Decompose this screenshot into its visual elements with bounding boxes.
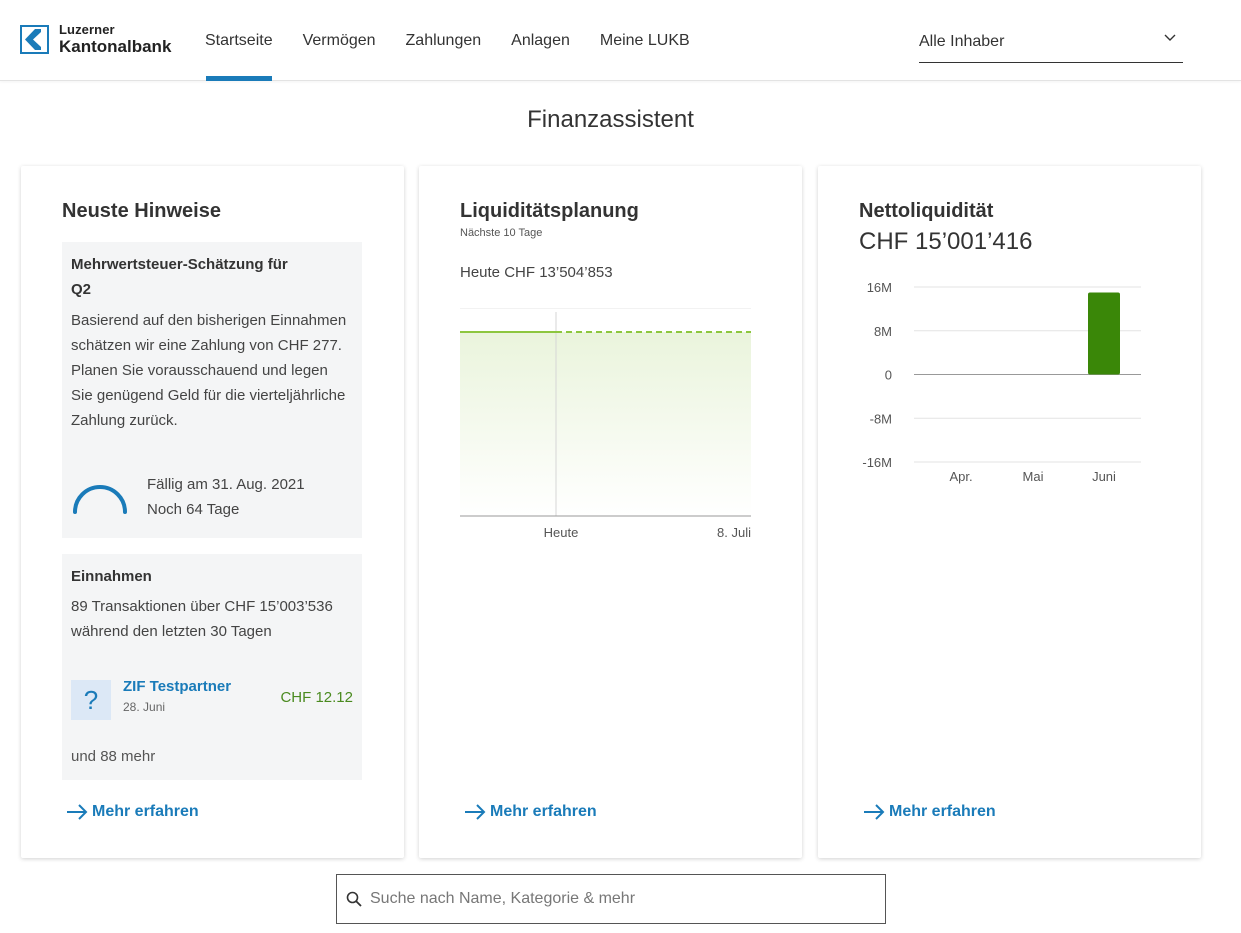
hints-card: Neuste Hinweise Mehrwertsteuer-Schätzung…: [21, 166, 404, 858]
nav-zahlungen[interactable]: Zahlungen: [391, 0, 497, 81]
net-y-tick-label: 8M: [874, 324, 892, 339]
top-header: Luzerner Kantonalbank Startseite Vermöge…: [0, 0, 1241, 81]
net-y-tick-label: -8M: [870, 411, 892, 426]
net-liquidity-card[interactable]: Nettoliquidität CHF 15’001’416 16M 8M 0 -8M…: [818, 166, 1201, 858]
net-y-tick-label: 0: [885, 368, 892, 383]
liquidity-more-link[interactable]: Mehr erfahren: [464, 803, 597, 821]
page-title: Finanzassistent: [527, 106, 694, 133]
vat-days-left: Noch 64 Tage: [147, 501, 240, 518]
net-x-tick-label: Mai: [1023, 469, 1044, 484]
search-box[interactable]: [336, 874, 886, 924]
hints-more-label: Mehr erfahren: [92, 803, 199, 820]
progress-arc-icon: [73, 485, 127, 514]
question-icon: ?: [71, 680, 111, 720]
main-nav: Startseite Vermögen Zahlungen Anlagen Me…: [190, 0, 705, 81]
vat-hint[interactable]: Mehrwertsteuer-Schätzung für Q2 Basieren…: [62, 242, 362, 538]
more-transactions-count: und 88 mehr: [71, 748, 156, 765]
net-bar-juni[interactable]: [1088, 292, 1120, 375]
liquidity-card[interactable]: Liquiditätsplanung Nächste 10 Tage Heute…: [419, 166, 802, 858]
liquidity-card-title: Liquiditätsplanung: [460, 200, 639, 222]
arrow-right-icon: [864, 804, 885, 820]
logo-line1: Luzerner: [59, 22, 115, 37]
search-input[interactable]: [370, 890, 870, 908]
hints-more-link[interactable]: Mehr erfahren: [66, 803, 199, 821]
vat-due: Fällig am 31. Aug. 2021 Noch 64 Tage: [71, 474, 305, 522]
liquidity-today-value: Heute CHF 13’504’853: [460, 264, 613, 281]
nav-anlagen[interactable]: Anlagen: [496, 0, 585, 81]
net-y-tick-label: -16M: [862, 455, 892, 470]
net-liquidity-value: CHF 15’001’416: [859, 228, 1033, 255]
net-x-tick-label: Juni: [1092, 469, 1116, 484]
net-more-link[interactable]: Mehr erfahren: [863, 803, 996, 821]
arrow-right-icon: [465, 804, 486, 820]
lukb-logo-icon: [20, 24, 49, 54]
income-hint-title: Einnahmen: [71, 568, 152, 585]
income-hint[interactable]: Einnahmen 89 Transaktionen über CHF 15’0…: [62, 554, 362, 780]
vat-hint-title: Mehrwertsteuer-Schätzung für Q2: [71, 256, 288, 298]
search-icon: [346, 891, 362, 907]
nav-vermoegen[interactable]: Vermögen: [288, 0, 391, 81]
vat-hint-text: Basierend auf den bisherigen Einnahmen s…: [71, 312, 347, 429]
net-x-tick-label: Apr.: [949, 469, 972, 484]
net-more-label: Mehr erfahren: [889, 803, 996, 820]
logo-line2: Kantonalbank: [59, 37, 172, 56]
nav-startseite[interactable]: Startseite: [190, 0, 288, 81]
liquidity-subtitle: Nächste 10 Tage: [460, 227, 543, 239]
liquidity-chart: Heute 8. Juli: [460, 308, 751, 540]
owner-select-value: Alle Inhaber: [919, 33, 1005, 50]
liquidity-x-tick-heute: Heute: [544, 525, 579, 540]
hints-card-title: Neuste Hinweise: [62, 200, 221, 222]
owner-select[interactable]: Alle Inhaber: [919, 28, 1183, 63]
transaction-item[interactable]: ? ZIF Testpartner 28. Juni CHF 12.12: [71, 678, 353, 720]
net-card-title: Nettoliquidität: [859, 200, 994, 222]
net-y-tick-label: 16M: [867, 280, 892, 295]
arrow-right-icon: [67, 804, 88, 820]
vat-due-date: Fällig am 31. Aug. 2021: [147, 476, 305, 493]
income-hint-text: 89 Transaktionen über CHF 15’003’536 wäh…: [71, 598, 333, 640]
liquidity-more-label: Mehr erfahren: [490, 803, 597, 820]
liquidity-x-tick-end: 8. Juli: [717, 525, 751, 540]
nav-meine-lukb[interactable]: Meine LUKB: [585, 0, 705, 81]
liquidity-area: [460, 332, 751, 516]
lukb-logo[interactable]: Luzerner Kantonalbank: [20, 23, 171, 55]
chevron-down-icon: [1164, 34, 1176, 41]
transaction-date: 28. Juni: [123, 700, 166, 714]
transaction-name: ZIF Testpartner: [123, 678, 232, 695]
transaction-amount: CHF 12.12: [280, 689, 353, 706]
net-liquidity-chart: 16M 8M 0 -8M -16M Apr. Mai Juni: [862, 280, 1141, 484]
